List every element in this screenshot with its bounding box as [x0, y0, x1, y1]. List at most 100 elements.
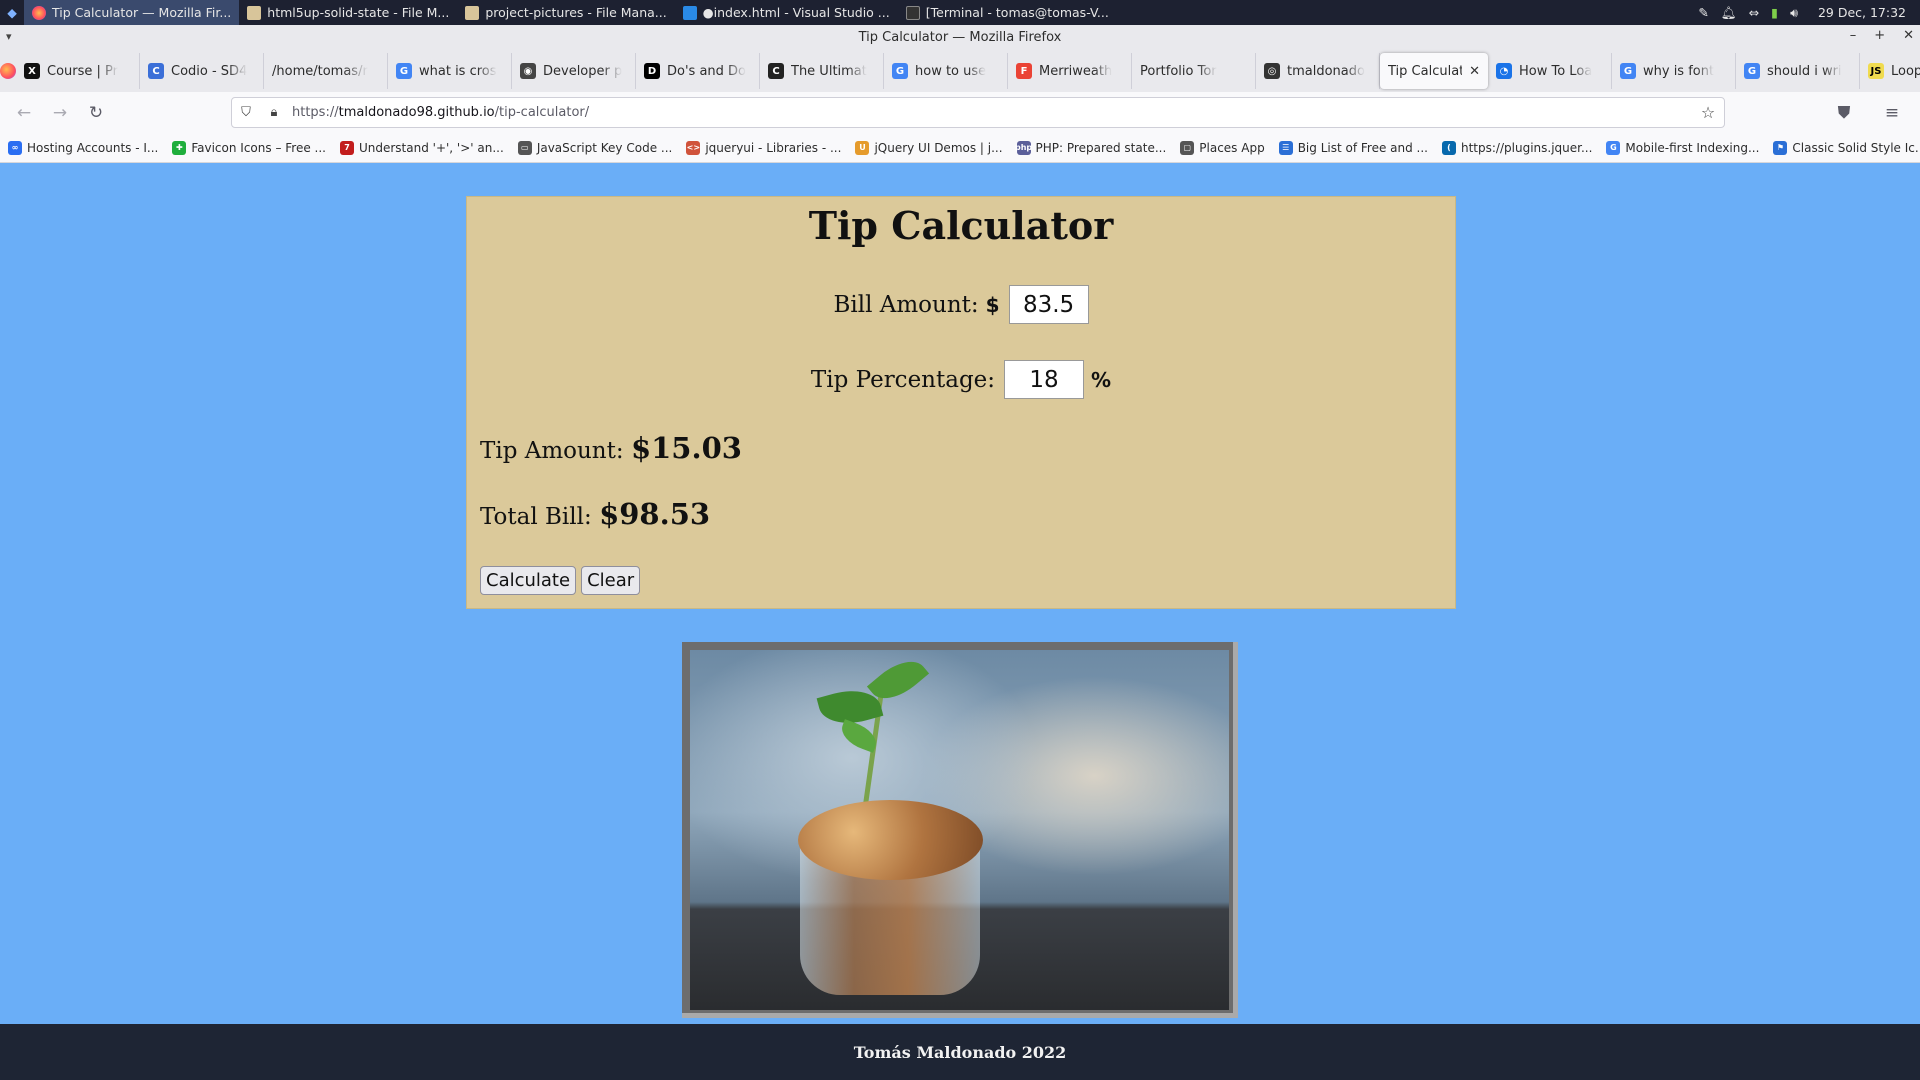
tab-0[interactable]: X Course | Pr	[16, 53, 140, 89]
total-bill-row: Total Bill: $98.53	[480, 497, 710, 531]
tab-9[interactable]: Portfolio Tor	[1132, 53, 1256, 89]
bookmark-item[interactable]: G Mobile-first Indexing...	[1606, 140, 1760, 155]
tab-6[interactable]: C The Ultimat	[760, 53, 884, 89]
bookmark-item[interactable]: ▢ Places App	[1180, 140, 1265, 155]
url-path: /tip-calculator/	[494, 105, 590, 120]
tab-14[interactable]: Gshould i wri	[1736, 53, 1860, 89]
tab-5[interactable]: D Do's and Do	[636, 53, 760, 89]
url-bar[interactable]: ⛉ 🔒︎ https://tmaldonado98.github.io/tip-…	[231, 97, 1725, 128]
system-tray: ✎ 🔔︎ ⇔ ▮ 🔊︎ 29 Dec, 17:32	[1698, 5, 1920, 21]
bookmark-label: jqueryui - Libraries - ...	[705, 140, 842, 155]
network-icon[interactable]: ⇔	[1749, 5, 1759, 20]
web-page: Tip Calculator Bill Amount: $ Tip Percen…	[0, 163, 1920, 1080]
bookmark-item[interactable]: ∞ Hosting Accounts - I...	[8, 140, 159, 155]
tab-13[interactable]: Gwhy is font	[1612, 53, 1736, 89]
forward-icon[interactable]: →	[42, 97, 78, 129]
developer-icon: ◉	[520, 63, 536, 79]
taskbar-item-label: ●index.html - Visual Studio ...	[702, 5, 890, 20]
bookmark-label: Understand '+', '>' an...	[358, 140, 504, 155]
bookmark-item[interactable]: <> jqueryui - Libraries - ...	[686, 140, 842, 155]
close-window-icon[interactable]: ✕	[1903, 28, 1914, 43]
taskbar-item-terminal[interactable]: [Terminal - tomas@tomas-V...	[898, 0, 1117, 25]
bookmark-item[interactable]: (https://plugins.jquer...	[1442, 140, 1592, 155]
fonts-icon: F	[1016, 63, 1032, 79]
lock-icon[interactable]: 🔒︎	[260, 105, 288, 120]
bookmarks: ∞ Hosting Accounts - I... ✚ Favicon Icons –…	[8, 140, 1920, 155]
bookmark-item[interactable]: ⚑ Classic Solid Style Ic...	[1773, 140, 1920, 155]
x-icon: X	[24, 63, 40, 79]
tab-1[interactable]: C Codio - SD4	[140, 53, 264, 89]
volume-icon[interactable]: 🔊︎	[1790, 5, 1798, 21]
window-titlebar: ▾ Tip Calculator — Mozilla Firefox – + ✕	[0, 25, 1920, 50]
tip-percentage-input[interactable]	[1004, 360, 1085, 399]
taskbar-item-label: [Terminal - tomas@tomas-V...	[925, 5, 1109, 20]
bookmark-label: PHP: Prepared state...	[1035, 140, 1167, 155]
php-icon: php	[1015, 140, 1032, 155]
folder-icon	[465, 5, 480, 20]
tracking-protection-shield-icon[interactable]: ⛉	[232, 105, 260, 120]
bookmark-item[interactable]: UjQuery UI Demos | j...	[855, 140, 1003, 155]
taskbar-item-file-manager[interactable]: html5up-solid-state - File M...	[239, 0, 457, 25]
tab-11[interactable]: Tip Calculator ✕	[1380, 53, 1488, 89]
bookmark-item[interactable]: php PHP: Prepared state...	[1015, 140, 1167, 155]
tab-label: why is font	[1643, 63, 1715, 79]
tab-4[interactable]: ◉ Developer p	[512, 53, 636, 89]
pocket-icon[interactable]: ⛊	[1826, 97, 1862, 129]
tab-label: what is cros	[419, 63, 497, 79]
clear-button[interactable]: Clear	[581, 566, 641, 595]
tab-strip: X Course | Pr C Codio - SD4/home/tomas/r Gwh…	[0, 50, 1920, 92]
codio-icon: C	[148, 63, 164, 79]
page-title: Tip Calculator	[808, 203, 1114, 248]
calculate-button[interactable]: Calculate	[480, 566, 577, 595]
bookmark-item[interactable]: ▭ JavaScript Key Code ...	[517, 140, 672, 155]
tab-10[interactable]: ◎ tmaldonado	[1256, 53, 1380, 89]
taskbar-item-firefox[interactable]: Tip Calculator — Mozilla Fir...	[24, 0, 240, 25]
bookmark-star-icon[interactable]: ☆	[1692, 103, 1724, 122]
tab-3[interactable]: Gwhat is cros	[388, 53, 512, 89]
notification-bell-icon[interactable]: 🔔︎	[1721, 5, 1737, 21]
taskbar-item-file-manager-2[interactable]: project-pictures - File Mana...	[457, 0, 674, 25]
vscode-icon	[682, 5, 697, 20]
firefox-icon	[32, 5, 46, 20]
google-icon: G	[892, 63, 908, 79]
github-icon: ◎	[1264, 63, 1280, 79]
bookmark-label: Mobile-first Indexing...	[1625, 140, 1760, 155]
taskbar-item-label: project-pictures - File Mana...	[485, 5, 667, 20]
bookmark-label: Favicon Icons – Free ...	[191, 140, 326, 155]
tab-label: Loops - Lear	[1891, 63, 1920, 79]
taskbar-item-vscode[interactable]: ●index.html - Visual Studio ...	[675, 0, 898, 25]
tab-12[interactable]: ◔ How To Loa	[1488, 53, 1612, 89]
tab-15[interactable]: JS Loops - Lear	[1860, 53, 1920, 89]
page-footer: Tomás Maldonado 2022	[0, 1024, 1920, 1080]
maximize-icon[interactable]: +	[1874, 28, 1885, 43]
bill-amount-input[interactable]	[1008, 285, 1089, 324]
close-tab-icon[interactable]: ✕	[1469, 64, 1480, 79]
tip-amount-label: Tip Amount:	[480, 438, 624, 464]
bookmark-item[interactable]: 7 Understand '+', '>' an...	[339, 140, 504, 155]
tab-label: should i wri	[1767, 63, 1842, 79]
tab-7[interactable]: Ghow to use	[884, 53, 1008, 89]
back-icon[interactable]: ←	[6, 97, 42, 129]
google-icon: G	[1606, 140, 1621, 155]
bookmark-item[interactable]: ☰ Big List of Free and ...	[1278, 140, 1428, 155]
hamburger-menu-icon[interactable]: ≡	[1874, 97, 1910, 129]
google-icon: G	[1620, 63, 1636, 79]
bookmark-item[interactable]: ✚ Favicon Icons – Free ...	[172, 140, 326, 155]
tab-2[interactable]: /home/tomas/r	[264, 53, 388, 89]
w3-icon: ◔	[1496, 63, 1512, 79]
notes-icon[interactable]: ✎	[1698, 5, 1708, 20]
minimize-icon[interactable]: –	[1850, 28, 1857, 43]
jquery-icon: U	[855, 140, 870, 155]
t7-icon: 7	[339, 140, 354, 155]
window-menu-icon[interactable]: ▾	[6, 30, 12, 43]
start-menu-button[interactable]: ◆	[0, 0, 24, 25]
tab-8[interactable]: F Merriweath	[1008, 53, 1132, 89]
bookmark-label: Classic Solid Style Ic...	[1792, 140, 1920, 155]
firefox-view-button[interactable]	[0, 50, 16, 92]
tab-label: How To Loa	[1519, 63, 1593, 79]
taskbar-item-label: Tip Calculator — Mozilla Fir...	[52, 5, 232, 20]
bookmark-label: Hosting Accounts - I...	[27, 140, 159, 155]
battery-icon[interactable]: ▮	[1771, 5, 1778, 20]
clock[interactable]: 29 Dec, 17:32	[1818, 5, 1906, 20]
reload-icon[interactable]: ↻	[78, 97, 114, 129]
